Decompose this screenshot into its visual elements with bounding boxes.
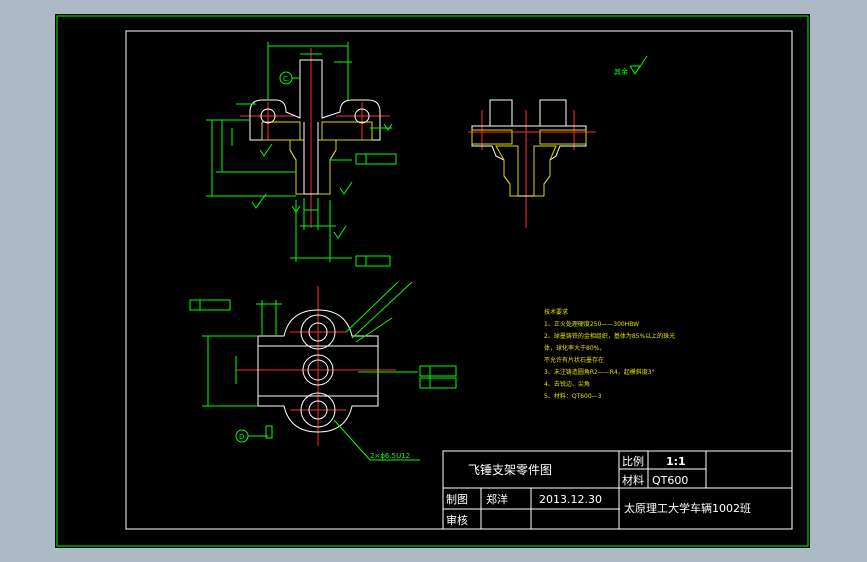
drawing-date: 2013.12.30 (539, 493, 602, 506)
tech-req-line: 5、材料：QT600—3 (544, 392, 602, 400)
tech-req-line: 4、去锐边、尖角 (544, 380, 590, 388)
drawing-background (55, 14, 810, 548)
scale-value: 1:1 (666, 455, 686, 468)
tech-req-line: 3、未注铸造圆角R2——R4，起模斜度3° (544, 368, 655, 376)
part-name: 飞锤支架零件图 (468, 462, 552, 477)
tech-req-line: 不允许有片状石墨存在 (544, 356, 604, 364)
material-value: QT600 (652, 474, 688, 487)
tech-req-line: 体，球化率大于80%， (544, 344, 605, 352)
tech-req-line: 1、正火处理硬度250——300HBW (544, 320, 639, 328)
surface-other-label: 其余 (614, 67, 628, 76)
datum-c-label: C (283, 75, 288, 83)
scale-label: 比例 (622, 454, 644, 468)
organization: 太原理工大学车辆1002班 (624, 501, 751, 515)
tech-req-line: 2、球墨铸铁的金相组织，基体为85%以上的珠光 (544, 332, 675, 340)
datum-d-label: D (239, 433, 244, 441)
drawn-by: 郑洋 (486, 492, 508, 506)
hole-note: 2×ϕ6.5U12 (370, 452, 410, 460)
review-label: 审核 (446, 513, 468, 527)
tech-req-heading: 技术要求 (544, 308, 568, 316)
cad-drawing-canvas: C 其余 D 2×ϕ6.5U12 技术要求 1、正火处理硬度250——300HB… (55, 14, 810, 548)
drawn-label: 制图 (446, 493, 468, 506)
material-label: 材料 (622, 473, 644, 487)
